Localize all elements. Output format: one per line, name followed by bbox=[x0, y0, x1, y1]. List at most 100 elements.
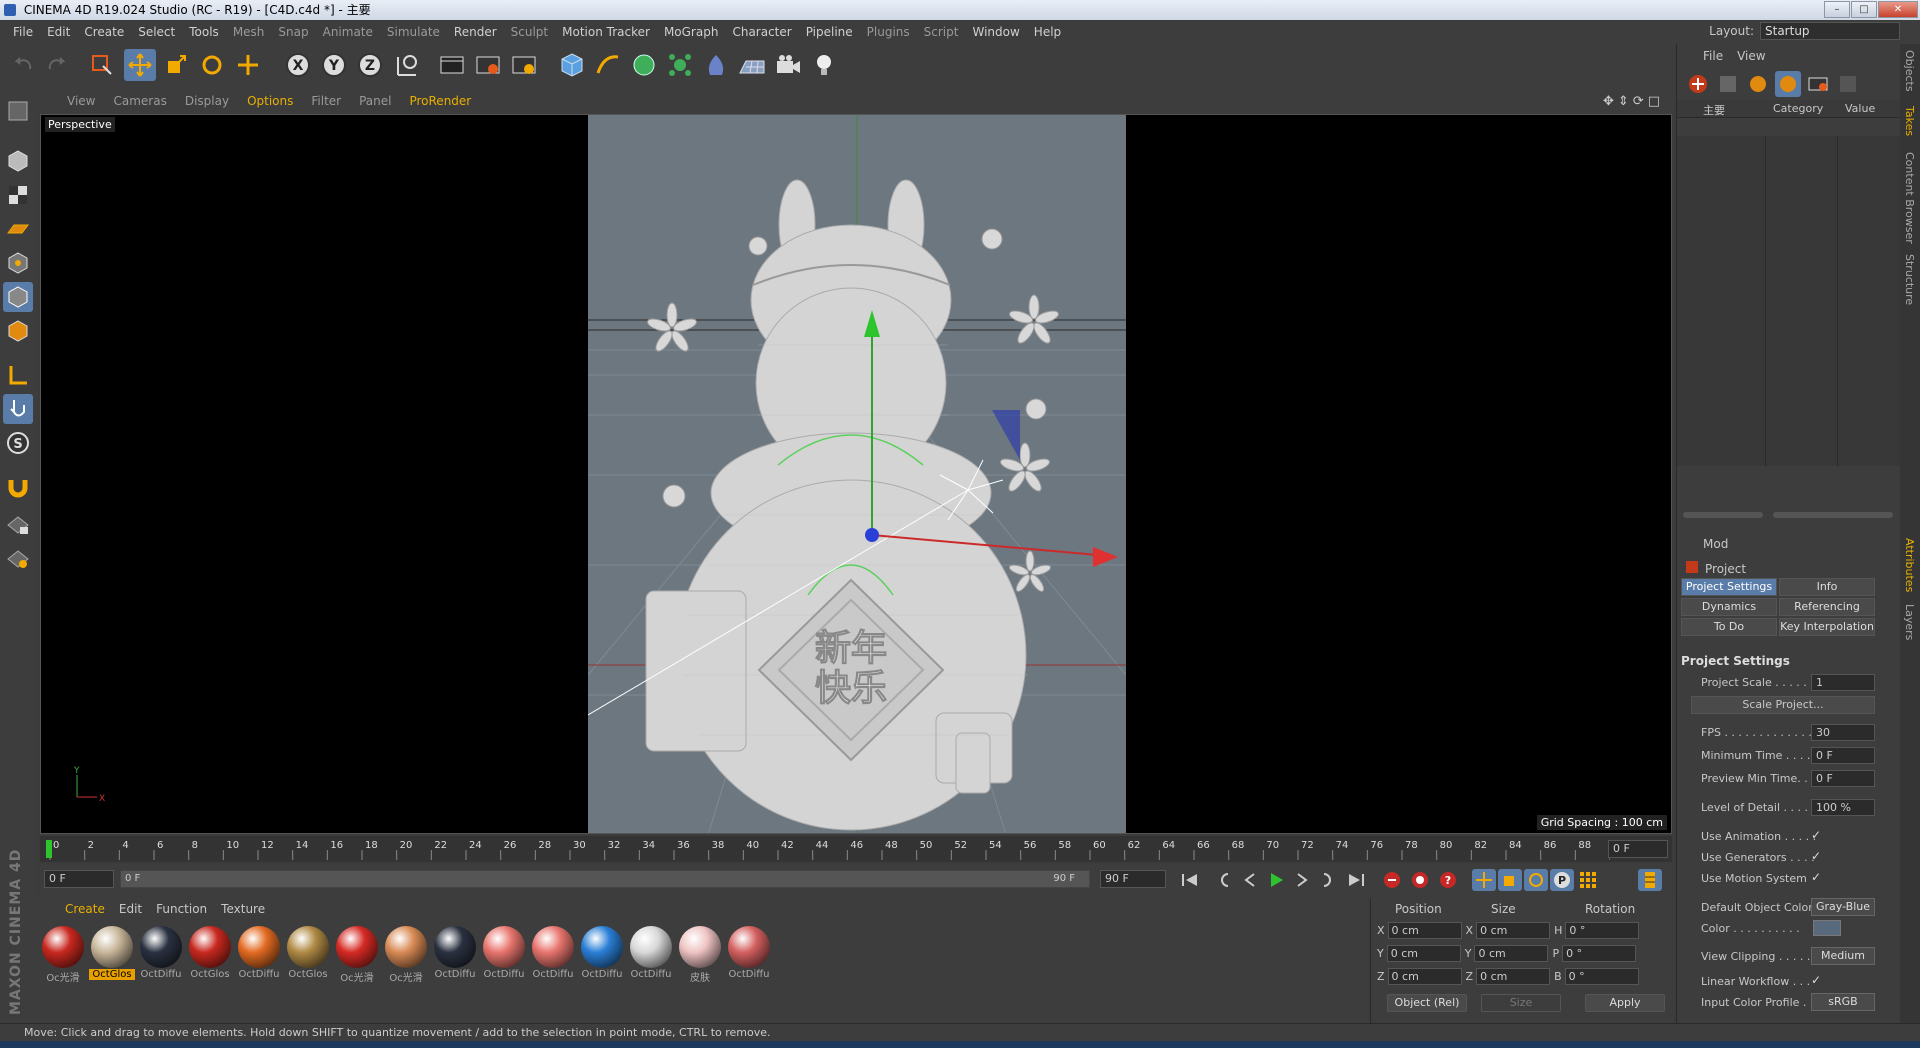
workplane-mode-icon[interactable] bbox=[3, 214, 33, 244]
objects-menu-view[interactable]: View bbox=[1737, 49, 1765, 63]
linear-workflow-checkbox[interactable]: ✓ bbox=[1811, 973, 1821, 987]
make-editable-icon[interactable] bbox=[3, 96, 33, 126]
viewport-menu-prorender[interactable]: ProRender bbox=[400, 94, 480, 108]
undo-icon[interactable] bbox=[8, 49, 40, 81]
minimize-icon[interactable]: – bbox=[1824, 1, 1850, 18]
material-item[interactable]: OctDiffu bbox=[530, 926, 576, 984]
input-color-profile-dropdown[interactable]: sRGB bbox=[1811, 993, 1875, 1011]
attributes-mode-menu[interactable]: Mod bbox=[1703, 537, 1728, 551]
scroll-thumb[interactable] bbox=[1683, 512, 1763, 518]
position-z-field[interactable]: 0 cm bbox=[1387, 968, 1462, 985]
color-swatch[interactable] bbox=[1813, 920, 1841, 936]
key-scale-icon[interactable] bbox=[1498, 869, 1522, 891]
menu-script[interactable]: Script bbox=[917, 25, 966, 39]
menu-character[interactable]: Character bbox=[725, 25, 798, 39]
tab-dynamics[interactable]: Dynamics bbox=[1681, 598, 1777, 616]
use-motion-system-checkbox[interactable]: ✓ bbox=[1811, 870, 1821, 884]
polygons-mode-icon[interactable] bbox=[3, 316, 33, 346]
next-key-icon[interactable] bbox=[1316, 869, 1340, 891]
material-item[interactable]: Oc光滑 bbox=[383, 926, 429, 984]
position-y-field[interactable]: 0 cm bbox=[1386, 945, 1461, 962]
planar-workplane-icon[interactable] bbox=[3, 544, 33, 574]
view-clipping-dropdown[interactable]: Medium bbox=[1811, 947, 1875, 965]
tab-referencing[interactable]: Referencing bbox=[1779, 598, 1875, 616]
menu-simulate[interactable]: Simulate bbox=[380, 25, 447, 39]
coordinate-mode-dropdown[interactable]: Object (Rel) bbox=[1387, 994, 1467, 1012]
menu-animate[interactable]: Animate bbox=[316, 25, 380, 39]
tweak-mode-icon[interactable] bbox=[3, 394, 33, 424]
render-settings-icon[interactable] bbox=[508, 49, 540, 81]
menu-motion-tracker[interactable]: Motion Tracker bbox=[555, 25, 657, 39]
material-item[interactable]: OctDiffu bbox=[579, 926, 625, 984]
autokey-icon[interactable] bbox=[1408, 869, 1432, 891]
menu-mesh[interactable]: Mesh bbox=[226, 25, 272, 39]
model-mode-icon[interactable] bbox=[3, 146, 33, 176]
size-mode-dropdown[interactable]: Size bbox=[1481, 994, 1561, 1012]
scale-tool-icon[interactable] bbox=[160, 49, 192, 81]
minimum-time-field[interactable]: 0 F bbox=[1811, 747, 1875, 764]
position-x-field[interactable]: 0 cm bbox=[1387, 922, 1462, 939]
tab-key-interpolation[interactable]: Key Interpolation bbox=[1779, 618, 1875, 636]
edges-mode-icon[interactable] bbox=[3, 282, 33, 312]
material-item[interactable]: OctDiffu bbox=[432, 926, 478, 984]
x-axis-icon[interactable]: X bbox=[282, 49, 314, 81]
key-point-level-icon[interactable] bbox=[1576, 869, 1600, 891]
take-render-icon[interactable] bbox=[1805, 71, 1831, 97]
project-scale-field[interactable]: 1 bbox=[1811, 674, 1875, 691]
lock-workplane-icon[interactable] bbox=[3, 510, 33, 540]
menu-select[interactable]: Select bbox=[131, 25, 182, 39]
z-axis-icon[interactable]: Z bbox=[354, 49, 386, 81]
default-object-color-dropdown[interactable]: Gray-Blue bbox=[1811, 898, 1875, 916]
take-overrides-icon[interactable] bbox=[1745, 71, 1771, 97]
menu-sculpt[interactable]: Sculpt bbox=[504, 25, 555, 39]
floor-icon[interactable] bbox=[736, 49, 768, 81]
menu-file[interactable]: File bbox=[6, 25, 40, 39]
restore-icon[interactable]: □ bbox=[1851, 1, 1877, 18]
menu-render[interactable]: Render bbox=[447, 25, 504, 39]
take-override-icon[interactable] bbox=[1715, 71, 1741, 97]
go-to-start-icon[interactable] bbox=[1178, 869, 1202, 891]
takes-tree[interactable] bbox=[1677, 136, 1901, 466]
next-frame-icon[interactable] bbox=[1290, 869, 1314, 891]
side-tab-attributes[interactable]: Attributes bbox=[1903, 538, 1916, 592]
material-item[interactable]: Oc光滑 bbox=[40, 926, 86, 984]
use-generators-checkbox[interactable]: ✓ bbox=[1811, 849, 1821, 863]
viewport-menu-display[interactable]: Display bbox=[176, 94, 238, 108]
key-position-icon[interactable] bbox=[1472, 869, 1496, 891]
menu-window[interactable]: Window bbox=[965, 25, 1026, 39]
end-frame-field[interactable]: 90 F bbox=[1100, 870, 1166, 888]
material-item[interactable]: OctDiffu bbox=[481, 926, 527, 984]
side-tab-objects[interactable]: Objects bbox=[1903, 50, 1916, 92]
rotation-p-field[interactable]: 0 ° bbox=[1562, 945, 1637, 962]
go-to-end-icon[interactable] bbox=[1344, 869, 1368, 891]
viewport-menu-cameras[interactable]: Cameras bbox=[104, 94, 175, 108]
light-icon[interactable] bbox=[808, 49, 840, 81]
side-tab-takes[interactable]: Takes bbox=[1903, 106, 1916, 136]
move-tool-icon[interactable] bbox=[124, 49, 156, 81]
perspective-viewport[interactable]: 新年 快乐 Perspective Grid Spacing: 100 cm … bbox=[40, 114, 1672, 834]
timeline-window-icon[interactable] bbox=[1638, 869, 1662, 891]
material-item[interactable]: OctGlos bbox=[89, 926, 135, 984]
current-frame-field[interactable]: 0 F bbox=[1608, 840, 1668, 858]
preview-range-slider[interactable]: 0 F 90 F bbox=[120, 870, 1090, 888]
viewport-menu-options[interactable]: Options bbox=[238, 94, 302, 108]
camera-icon[interactable] bbox=[772, 49, 804, 81]
tab-to-do[interactable]: To Do bbox=[1681, 618, 1777, 636]
snap-icon[interactable]: S bbox=[3, 428, 33, 458]
coordinate-system-icon[interactable] bbox=[390, 49, 422, 81]
objects-menu-file[interactable]: File bbox=[1703, 49, 1723, 63]
menu-snap[interactable]: Snap bbox=[271, 25, 315, 39]
size-y-field[interactable]: 0 cm bbox=[1474, 945, 1549, 962]
menu-help[interactable]: Help bbox=[1027, 25, 1068, 39]
material-item[interactable]: OctDiffu bbox=[138, 926, 184, 984]
previous-key-icon[interactable] bbox=[1212, 869, 1236, 891]
spline-pen-icon[interactable] bbox=[592, 49, 624, 81]
material-item[interactable]: OctDiffu bbox=[628, 926, 674, 984]
keyframe-selection-icon[interactable]: ? bbox=[1436, 869, 1460, 891]
menu-create[interactable]: Create bbox=[77, 25, 131, 39]
cube-object-icon[interactable] bbox=[556, 49, 588, 81]
tab-project-settings[interactable]: Project Settings bbox=[1681, 578, 1777, 596]
magnet-icon[interactable] bbox=[3, 472, 33, 502]
menu-pipeline[interactable]: Pipeline bbox=[799, 25, 860, 39]
take-lock-icon[interactable] bbox=[1835, 71, 1861, 97]
